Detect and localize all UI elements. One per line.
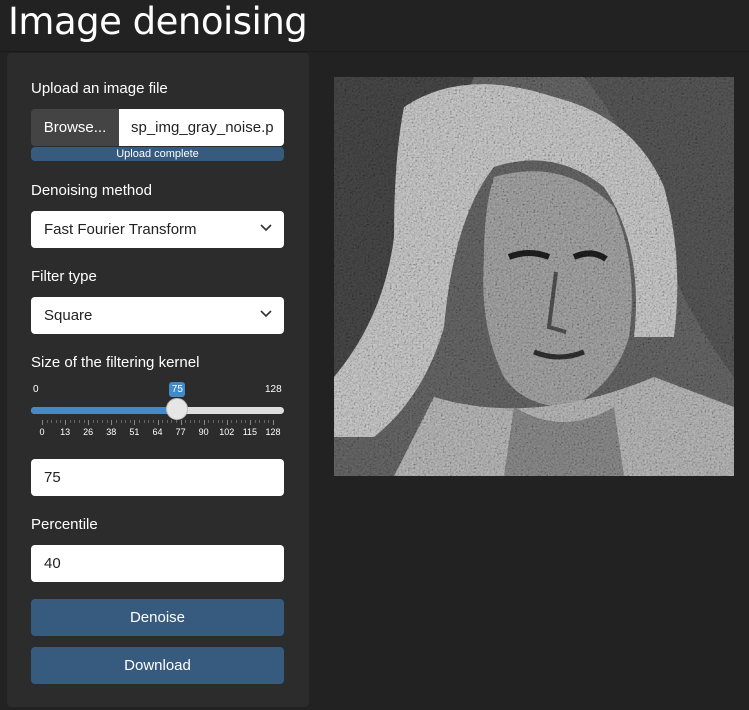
slider-minor-tick — [222, 420, 224, 423]
slider-minor-tick — [60, 420, 62, 423]
slider-minor-tick — [268, 420, 270, 423]
header-divider — [0, 51, 749, 52]
slider-tick-mark — [273, 420, 274, 425]
slider-tick-label: 64 — [152, 427, 163, 437]
upload-progress-bar: Upload complete — [31, 147, 284, 161]
slider-minor-tick — [148, 420, 150, 423]
slider-minor-tick — [139, 420, 141, 423]
slider-minor-tick — [212, 420, 214, 423]
slider-minor-tick — [231, 420, 233, 423]
slider-minor-tick — [152, 420, 154, 423]
slider-tick-mark — [88, 420, 90, 425]
slider-minor-tick — [115, 420, 117, 423]
slider-tick-mark — [180, 420, 182, 425]
slider-tick-label: 38 — [106, 427, 117, 437]
slider-tick-label: 128 — [265, 427, 281, 437]
slider-tick-label: 13 — [60, 427, 71, 437]
portrait-image — [334, 77, 734, 476]
filename-field[interactable]: sp_img_gray_noise.p — [119, 109, 284, 146]
slider-minor-tick — [236, 420, 238, 423]
percentile-input[interactable]: 40 — [31, 545, 284, 582]
slider-tick-mark — [111, 420, 113, 425]
upload-label: Upload an image file — [31, 80, 168, 97]
slider-minor-tick — [259, 420, 261, 423]
slider-minor-tick — [106, 420, 108, 423]
slider-minor-tick — [254, 420, 256, 423]
slider-tick-mark — [42, 420, 43, 425]
slider-tick-label: 0 — [39, 427, 45, 437]
slider-tick-mark — [134, 420, 136, 425]
file-upload-control[interactable]: Browse... sp_img_gray_noise.p — [31, 109, 284, 146]
denoising-method-select[interactable]: Fast Fourier Transform — [31, 211, 284, 248]
kernel-slider-ticks: 0 13 26 38 51 64 77 90 102 115 128 — [31, 420, 284, 440]
slider-minor-tick — [78, 420, 80, 423]
slider-tick-mark — [226, 420, 228, 425]
slider-minor-tick — [51, 420, 53, 423]
chevron-down-icon — [260, 310, 272, 318]
browse-button[interactable]: Browse... — [31, 109, 119, 146]
kernel-slider-track[interactable] — [31, 407, 284, 414]
slider-minor-tick — [102, 420, 104, 423]
slider-value-bubble: 75 — [169, 382, 186, 397]
slider-minor-tick — [97, 420, 99, 423]
slider-tick-mark — [203, 420, 205, 425]
slider-max-label: 128 — [265, 384, 282, 395]
slider-minor-tick — [143, 420, 145, 423]
kernel-size-input[interactable]: 75 — [31, 459, 284, 496]
slider-tick-label: 51 — [129, 427, 140, 437]
slider-minor-tick — [166, 420, 168, 423]
slider-minor-tick — [194, 420, 196, 423]
filter-type-value: Square — [44, 307, 93, 324]
slider-minor-tick — [92, 420, 94, 423]
slider-tick-label: 77 — [175, 427, 186, 437]
slider-minor-tick — [162, 420, 164, 423]
kernel-slider-fill — [31, 407, 178, 414]
slider-minor-tick — [263, 420, 265, 423]
slider-minor-tick — [83, 420, 85, 423]
slider-tick-mark — [249, 420, 251, 425]
denoising-method-value: Fast Fourier Transform — [44, 221, 197, 238]
slider-tick-label: 26 — [83, 427, 94, 437]
slider-tick-mark — [157, 420, 159, 425]
slider-minor-tick — [120, 420, 122, 423]
slider-minor-tick — [125, 420, 127, 423]
slider-min-label: 0 — [33, 384, 39, 395]
denoising-method-label: Denoising method — [31, 182, 152, 199]
slider-minor-tick — [55, 420, 57, 423]
filter-type-select[interactable]: Square — [31, 297, 284, 334]
slider-minor-tick — [245, 420, 247, 423]
slider-minor-tick — [74, 420, 76, 423]
kernel-size-label: Size of the filtering kernel — [31, 354, 200, 371]
slider-minor-tick — [69, 420, 71, 423]
slider-minor-tick — [208, 420, 210, 423]
slider-minor-tick — [199, 420, 201, 423]
slider-minor-tick — [175, 420, 177, 423]
download-button[interactable]: Download — [31, 647, 284, 684]
percentile-label: Percentile — [31, 516, 98, 533]
slider-tick-label: 90 — [198, 427, 209, 437]
chevron-down-icon — [260, 224, 272, 232]
slider-minor-tick — [46, 420, 48, 423]
page-title: Image denoising — [8, 0, 308, 43]
slider-minor-tick — [129, 420, 131, 423]
slider-tick-label: 115 — [242, 427, 258, 437]
slider-minor-tick — [217, 420, 219, 423]
slider-minor-tick — [240, 420, 242, 423]
slider-minor-tick — [189, 420, 191, 423]
filter-type-label: Filter type — [31, 268, 97, 285]
slider-tick-mark — [65, 420, 67, 425]
slider-tick-label: 102 — [219, 427, 235, 437]
slider-minor-tick — [185, 420, 187, 423]
denoised-image — [334, 77, 734, 476]
denoise-button[interactable]: Denoise — [31, 599, 284, 636]
slider-minor-tick — [171, 420, 173, 423]
